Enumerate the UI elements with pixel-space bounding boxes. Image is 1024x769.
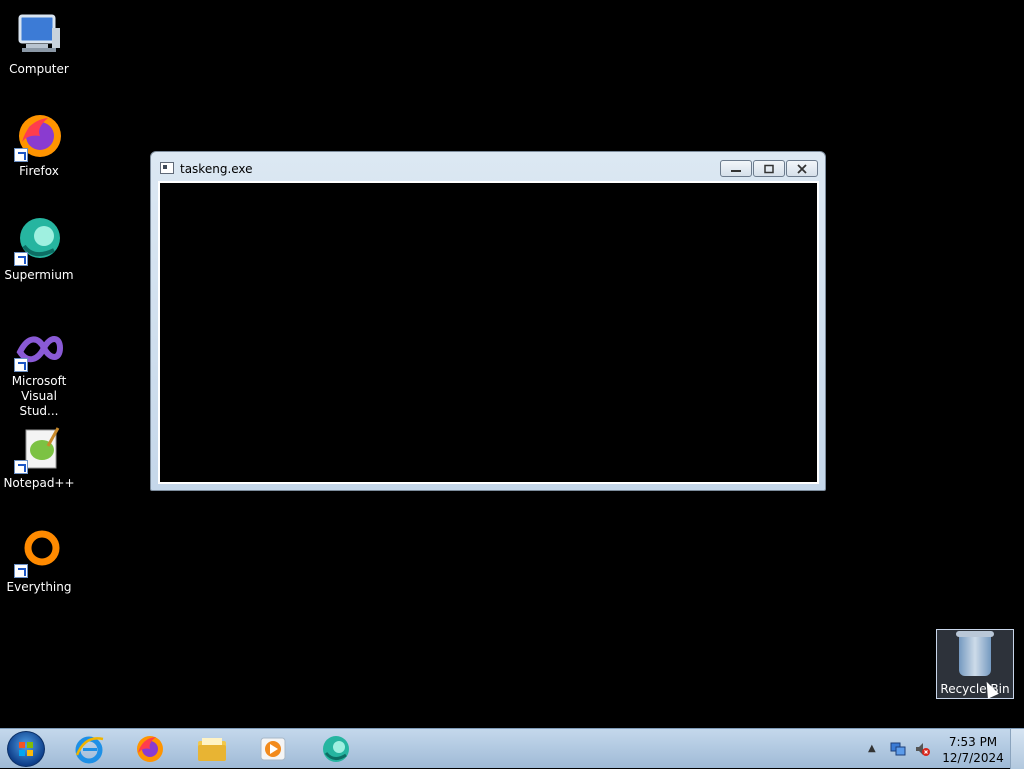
desktop-icon-label: Supermium — [4, 268, 74, 282]
desktop-icon-everything[interactable]: Everything — [0, 528, 78, 595]
show-desktop-button[interactable] — [1010, 729, 1024, 769]
desktop-icon-label: Computer — [9, 62, 69, 76]
firefox-icon — [14, 112, 64, 162]
notepadpp-icon — [14, 424, 64, 474]
desktop-icon-label: Microsoft Visual Stud... — [11, 374, 67, 418]
close-button[interactable] — [786, 160, 818, 177]
shortcut-arrow-icon — [14, 460, 28, 474]
desktop-icon-firefox[interactable]: Firefox — [0, 112, 78, 179]
minimize-button[interactable] — [720, 160, 752, 177]
close-icon — [797, 163, 807, 174]
console-app-icon — [160, 162, 174, 174]
taskbar-internet-explorer[interactable] — [73, 733, 105, 765]
network-icon[interactable] — [890, 741, 906, 757]
shortcut-arrow-icon — [14, 148, 28, 162]
taskbar-supermium[interactable] — [320, 733, 352, 765]
minimize-icon — [731, 169, 741, 172]
firefox-icon — [137, 736, 163, 762]
shortcut-arrow-icon — [14, 252, 28, 266]
window-title: taskeng.exe — [180, 162, 253, 176]
taskeng-window[interactable]: taskeng.exe — [150, 151, 826, 491]
desktop-icon-label: Firefox — [19, 164, 59, 178]
maximize-icon — [764, 164, 774, 173]
file-explorer-icon — [198, 738, 226, 761]
clock[interactable]: 7:53 PM 12/7/2024 — [940, 734, 1006, 766]
maximize-button[interactable] — [753, 160, 785, 177]
visual-studio-icon — [14, 330, 64, 380]
everything-icon — [14, 528, 64, 578]
recycle-bin-icon — [956, 631, 994, 676]
show-hidden-icons-button[interactable]: ▲ — [868, 743, 876, 754]
media-player-icon — [260, 737, 286, 761]
taskbar-media-player[interactable] — [257, 733, 289, 765]
console-area[interactable] — [158, 181, 819, 484]
desktop-icon-supermium[interactable]: Supermium — [0, 216, 78, 283]
taskbar-file-explorer[interactable] — [196, 733, 228, 765]
shortcut-arrow-icon — [14, 358, 28, 372]
desktop-icon-visual-studio[interactable]: Microsoft Visual Stud... — [0, 330, 78, 419]
shortcut-arrow-icon — [14, 564, 28, 578]
recycle-bin-label: Recycle Bin — [940, 682, 1010, 696]
supermium-icon — [14, 216, 64, 266]
desktop-icon-notepadpp[interactable]: Notepad++ — [0, 424, 78, 491]
internet-explorer-icon — [75, 736, 104, 764]
computer-icon — [14, 10, 64, 60]
desktop-icon-computer[interactable]: Computer — [0, 10, 78, 77]
desktop-icon-recycle-bin[interactable]: Recycle Bin — [936, 629, 1014, 699]
volume-muted-icon[interactable] — [914, 741, 930, 757]
desktop-icon-label: Everything — [6, 580, 72, 594]
clock-date: 12/7/2024 — [942, 751, 1004, 765]
taskbar: ▲ 7:53 PM 12/7/2024 — [0, 728, 1024, 769]
clock-time: 7:53 PM — [948, 735, 998, 749]
supermium-icon — [323, 736, 349, 762]
start-button[interactable] — [7, 731, 45, 767]
desktop-icon-label: Notepad++ — [3, 476, 75, 490]
taskbar-firefox[interactable] — [134, 733, 166, 765]
